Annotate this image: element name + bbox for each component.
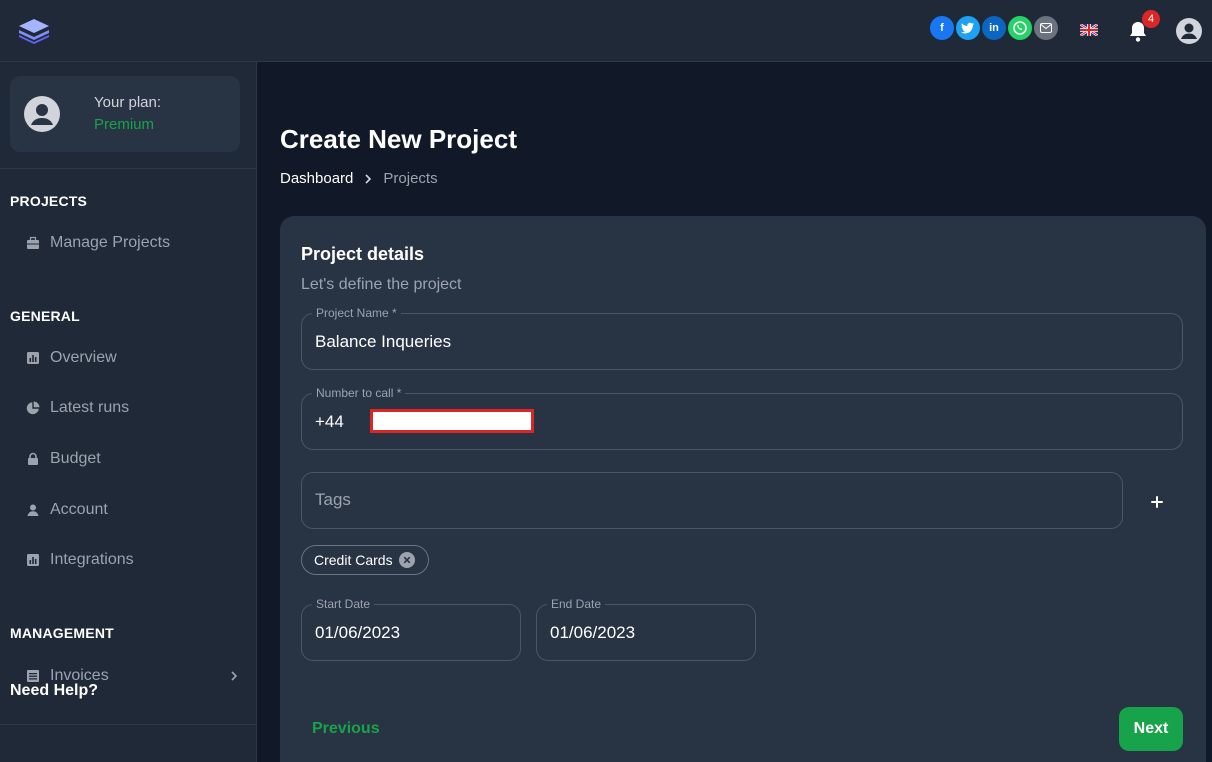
sidebar-item-label: Budget [50,450,101,467]
start-date-label: Start Date [312,597,375,611]
breadcrumb-projects: Projects [383,170,438,187]
project-details-card: Project details Let's define the project… [280,216,1206,762]
section-general: GENERAL [10,308,80,324]
plan-value: Premium [94,116,155,133]
tags-placeholder: Tags [315,490,351,509]
email-icon[interactable] [1034,16,1058,40]
number-to-call-field[interactable]: Number to call * +44 [301,386,1183,450]
breadcrumb: Dashboard Projects [280,170,438,187]
sidebar-item-label: Latest runs [50,399,130,416]
whatsapp-icon[interactable] [1008,16,1032,40]
social-share-bar: f in [930,16,1058,40]
chevron-right-icon [231,671,238,681]
notification-badge[interactable]: 4 [1142,10,1160,28]
page-title: Create New Project [280,124,517,154]
section-projects: PROJECTS [10,193,88,209]
plan-card: Your plan: Premium [10,76,240,152]
user-avatar-icon[interactable] [1176,18,1202,44]
end-date-field[interactable]: End Date 01/06/2023 [536,597,756,661]
project-name-value: Balance Inqueries [315,332,452,351]
uk-flag-icon[interactable] [1080,24,1098,36]
sidebar-item-budget[interactable]: Budget [26,445,240,473]
next-button[interactable]: Next [1119,707,1183,751]
top-bar: f in 4 [0,0,1212,62]
avatar-icon [24,96,60,132]
sidebar-item-label: Account [50,501,108,518]
sidebar-item-latest-runs[interactable]: Latest runs [26,394,240,422]
card-subtitle: Let's define the project [301,276,462,293]
remove-tag-icon[interactable] [398,552,415,568]
lock-icon [28,452,38,465]
chart-icon [27,352,39,364]
sidebar-item-account[interactable]: Account [26,496,240,524]
twitter-icon[interactable] [956,16,980,40]
invoice-icon [27,670,39,682]
linkedin-icon[interactable]: in [982,16,1006,40]
number-to-call-value: +44 [315,412,344,431]
sidebar-item-overview[interactable]: Overview [26,344,240,372]
end-date-label: End Date [547,597,606,611]
card-title: Project details [301,244,425,264]
start-date-field[interactable]: Start Date 01/06/2023 [301,597,521,661]
facebook-icon[interactable]: f [930,16,954,40]
pie-icon [26,401,40,415]
sidebar-item-manage-projects[interactable]: Manage Projects [26,229,240,257]
chevron-right-icon [365,173,372,184]
sidebar-item-label: Integrations [50,551,134,568]
user-icon [27,504,39,516]
plan-label: Your plan: [94,94,162,111]
project-name-label: Project Name * [312,306,401,320]
sidebar-divider [0,724,256,725]
previous-button[interactable]: Previous [312,720,380,738]
project-name-field[interactable]: Project Name * Balance Inqueries [301,306,1183,370]
tag-chip: Credit Cards [301,545,429,575]
redaction-box [370,409,534,433]
sidebar: Your plan: Premium PROJECTS Manage Proje… [0,62,257,762]
breadcrumb-dashboard[interactable]: Dashboard [280,170,353,187]
tags-input[interactable]: Tags [301,472,1123,529]
start-date-value: 01/06/2023 [315,623,401,642]
end-date-value: 01/06/2023 [550,623,636,642]
sidebar-item-label: Overview [50,349,117,366]
tag-chip-label: Credit Cards [314,552,393,568]
number-to-call-label: Number to call * [312,386,406,400]
section-management: MANAGEMENT [10,625,114,641]
need-help-link[interactable]: Need Help? [10,682,98,700]
chart-icon [27,554,39,566]
logo-icon[interactable] [18,18,50,44]
sidebar-item-label: Manage Projects [50,234,171,251]
add-tag-icon[interactable] [1147,492,1167,512]
sidebar-divider [0,168,256,169]
briefcase-icon [27,236,39,249]
sidebar-item-integrations[interactable]: Integrations [26,546,240,574]
